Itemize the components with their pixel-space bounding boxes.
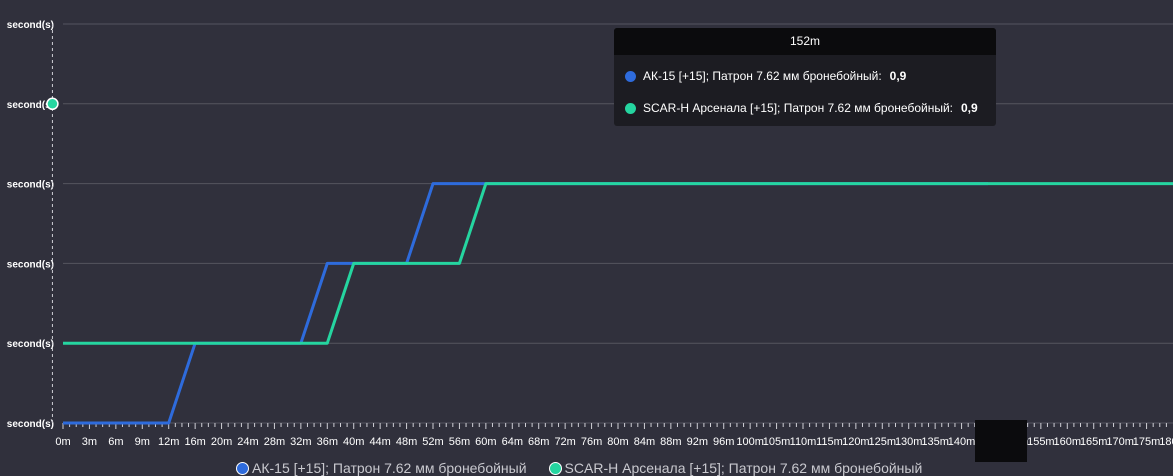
x-tick-label: 0m [55,436,70,448]
crosshair-x-badge [975,420,1027,462]
chart-plot: second(s) second(s) second(s) second(s) seco… [7,20,1173,448]
x-tick-label: 36m [317,436,338,448]
x-tick-label: 84m [634,436,655,448]
x-tick-label: 175m [1133,436,1161,448]
series-2-dot [625,102,636,114]
y-tick-label: second(s) [7,259,54,270]
x-tick-label: 6m [108,436,123,448]
x-tick-label: 155m [1027,436,1055,448]
x-tick-label: 16m [184,436,205,448]
x-tick-label: 96m [713,436,734,448]
y-tick-label: second(s) [7,419,54,430]
x-tick-label: 165m [1080,436,1108,448]
x-tick-label: 64m [502,436,523,448]
x-tick-label: 44m [369,436,390,448]
x-tick-label: 120m [842,436,870,448]
x-tick-label: 170m [1106,436,1134,448]
x-tick-label: 130m [895,436,923,448]
x-tick-label: 32m [290,436,311,448]
x-tick-label: 28m [264,436,285,448]
x-tick-label: 110m [790,436,817,448]
tooltip-row-label: АК-15 [+15]; Патрон 7.62 мм бронебойный: [643,69,882,83]
legend-swatch [548,461,562,475]
x-tick-label: 48m [396,436,417,448]
x-tick-label: 105m [763,436,791,448]
y-tick-label: second(s) [7,339,54,350]
x-tick-label: 135m [921,436,949,448]
tooltip-row: АК-15 [+15]; Патрон 7.62 мм бронебойный:… [625,69,906,83]
tooltip-row: SCAR-H Арсенала [+15]; Патрон 7.62 мм бр… [625,101,978,115]
hover-point [46,97,59,111]
x-tick-label: 60m [475,436,496,448]
legend-label: АК-15 [+15]; Патрон 7.62 мм бронебойный [252,460,527,476]
x-tick-label: 20m [211,436,232,448]
x-tick-label: 115m [816,436,843,448]
x-tick-label: 140m [948,436,976,448]
x-tick-label: 160m [1054,436,1082,448]
chart-legend: АК-15 [+15]; Патрон 7.62 мм бронебойный … [236,460,922,476]
y-tick-label: second(s) [7,180,54,191]
x-tick-label: 9m [135,436,150,448]
x-tick-label: 56m [449,436,470,448]
x-tick-label: 76m [581,436,602,448]
x-tick-label: 40m [343,436,364,448]
legend-item-scarh[interactable]: SCAR-H Арсенала [+15]; Патрон 7.62 мм бр… [548,460,923,476]
legend-label: SCAR-H Арсенала [+15]; Патрон 7.62 мм бр… [564,460,923,476]
series-1-dot [625,70,636,82]
series-line-1 [63,182,988,425]
x-tick-label: 80m [607,436,628,448]
x-tick-label: 52m [422,436,443,448]
tooltip-title: 152m [614,28,996,55]
x-tick-label: 72m [554,436,575,448]
x-tick-label: 3m [82,436,97,448]
tooltip-row-label: SCAR-H Арсенала [+15]; Патрон 7.62 мм бр… [643,101,953,115]
x-tick-label: 24m [237,436,258,448]
x-tick-label: 92m [687,436,708,448]
x-tick-label: 12m [158,436,179,448]
tooltip-row-value: 0,9 [960,101,978,115]
chart-tooltip: 152m АК-15 [+15]; Патрон 7.62 мм бронебо… [614,28,996,126]
x-tick-label: 125m [869,436,897,448]
x-tick-label: 68m [528,436,549,448]
legend-swatch [236,461,249,475]
x-tick-label: 180m [1159,436,1173,448]
y-tick-label: second(s) [7,20,54,31]
legend-item-ak15[interactable]: АК-15 [+15]; Патрон 7.62 мм бронебойный [236,460,527,476]
x-tick-label: 100m [736,436,764,448]
x-tick-label: 88m [660,436,681,448]
tooltip-row-value: 0,9 [889,69,907,83]
